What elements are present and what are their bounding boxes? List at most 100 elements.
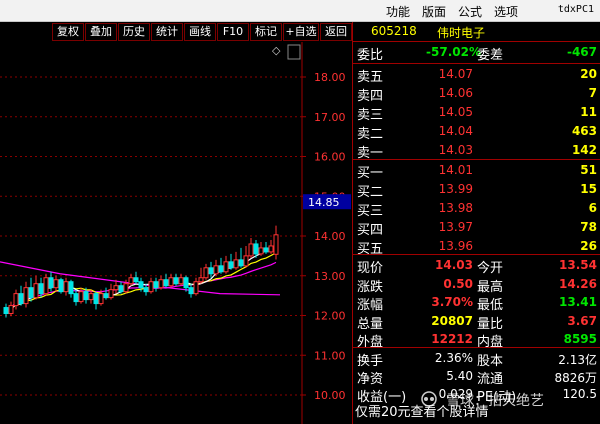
kline-chart-area[interactable]: 18.0017.0016.0015.0014.0013.0012.0011.00… (0, 42, 352, 424)
f10-button[interactable]: F10 (217, 23, 249, 41)
statistics-button[interactable]: 统计 (151, 23, 183, 41)
candle-body (158, 279, 164, 289)
candle-body (58, 279, 64, 293)
price-tick-label: 11.00 (314, 349, 346, 362)
chart-toolbar: 复权 叠加 历史 统计 画线 F10 标记 +自选 返回 (0, 22, 352, 42)
divider (353, 63, 600, 64)
candle-body (263, 247, 269, 253)
draw-line-button[interactable]: 画线 (184, 23, 216, 41)
candle-body (163, 279, 169, 287)
candle-body (243, 255, 249, 267)
quote-value: 12212 (431, 332, 473, 346)
divider (353, 159, 600, 160)
candle-body (63, 281, 69, 293)
ask-quantity: 463 (571, 124, 597, 138)
candle-body (28, 287, 34, 299)
bid-price: 13.99 (438, 182, 473, 196)
candle-body (73, 293, 79, 303)
finance-value: 120.5 (562, 387, 597, 401)
candle-body (128, 277, 134, 285)
quote-panel: 605218 伟时电子 委比 -57.02% 委差 -467 卖五 14.07 20… (352, 22, 600, 424)
bid-label: 买三 (357, 204, 384, 219)
ask-row: 卖二 14.04 463 (353, 122, 600, 142)
price-tick-label: 12.00 (314, 310, 346, 323)
snowball-icon (421, 391, 437, 407)
bid-price: 14.01 (438, 163, 473, 177)
price-tick-label: 17.00 (314, 111, 346, 124)
price-tick-label: 14.00 (314, 230, 346, 243)
divider (353, 254, 600, 255)
candle-body (33, 283, 39, 299)
candle-body (233, 259, 239, 269)
quote-label: 涨跌 (357, 279, 384, 295)
candle-body (103, 293, 109, 299)
candle-body (203, 267, 209, 279)
ask-row: 卖四 14.06 7 (353, 84, 600, 104)
ask-price: 14.07 (438, 67, 473, 81)
weicha-value: -467 (566, 45, 597, 59)
candle-body (3, 307, 9, 315)
bid-row: 买二 13.99 15 (353, 180, 600, 200)
bid-row: 买四 13.97 78 (353, 218, 600, 238)
stock-name: 伟时电子 (437, 26, 486, 40)
ask-label: 卖四 (357, 89, 384, 104)
add-watchlist-button[interactable]: +自选 (283, 23, 319, 41)
candle-body (93, 293, 99, 305)
stock-header: 605218 伟时电子 (353, 22, 600, 42)
quote-value: 8595 (563, 332, 597, 346)
bid-label: 买一 (357, 166, 384, 181)
overlay-button[interactable]: 叠加 (85, 23, 117, 41)
app-logo: tdxPC1 (557, 4, 594, 15)
quote-row: 涨跌 0.50 最高 14.26 (353, 275, 600, 295)
bid-label: 买四 (357, 223, 384, 238)
bid-row: 买一 14.01 51 (353, 161, 600, 181)
chart-scroll-box (287, 44, 301, 60)
candle-body (183, 277, 189, 289)
quote-value: 3.67 (567, 313, 597, 328)
ask-row: 卖一 14.03 142 (353, 141, 600, 161)
menu-function[interactable]: 功能 (386, 3, 410, 20)
candle-body (18, 293, 24, 305)
price-tick-label: 13.00 (314, 270, 346, 283)
ask-price: 14.06 (438, 86, 473, 100)
quote-value: 0.50 (443, 276, 473, 291)
candle-body (68, 281, 74, 295)
quote-row: 总量 20807 量比 3.67 (353, 312, 600, 332)
candle-body (138, 281, 144, 289)
candle-body (108, 289, 114, 299)
bid-quantity: 26 (580, 239, 597, 253)
kline-chart[interactable]: 18.0017.0016.0015.0014.0013.0012.0011.00… (0, 42, 352, 424)
candle-body (118, 285, 124, 293)
bid-row: 买三 13.98 6 (353, 199, 600, 219)
back-button[interactable]: 返回 (320, 23, 352, 41)
quote-label: 量比 (477, 316, 504, 332)
candle-body (53, 279, 59, 289)
history-button[interactable]: 历史 (118, 23, 150, 41)
menu-layout[interactable]: 版面 (422, 3, 446, 20)
quote-value: 14.26 (559, 276, 597, 291)
stock-code: 605218 (371, 24, 417, 38)
candle-body (228, 261, 234, 269)
candle-body (168, 277, 174, 287)
quote-label: 最高 (477, 279, 504, 295)
divider (353, 347, 600, 348)
menu-formula[interactable]: 公式 (458, 3, 482, 20)
mark-button[interactable]: 标记 (250, 23, 282, 41)
bid-quantity: 15 (580, 182, 597, 196)
quote-value: 13.54 (559, 258, 597, 272)
bid-price: 13.97 (438, 220, 473, 234)
weibi-row: 委比 -57.02% 委差 -467 (353, 43, 600, 63)
diamond-icon: ◇ (272, 44, 281, 57)
quote-row: 现价 14.03 今开 13.54 (353, 256, 600, 276)
price-tick-label: 18.00 (314, 71, 346, 84)
candle-body (148, 281, 154, 293)
finance-row: 换手 2.36% 股本 2.13亿 (353, 349, 600, 369)
finance-value: 5.40 (446, 369, 473, 383)
quote-label: 今开 (477, 261, 504, 276)
candle-body (248, 243, 254, 257)
ask-quantity: 142 (571, 143, 597, 157)
fuquan-button[interactable]: 复权 (52, 23, 84, 41)
candle-body (253, 243, 259, 255)
candle-body (8, 305, 14, 315)
menu-options[interactable]: 选项 (494, 3, 518, 20)
